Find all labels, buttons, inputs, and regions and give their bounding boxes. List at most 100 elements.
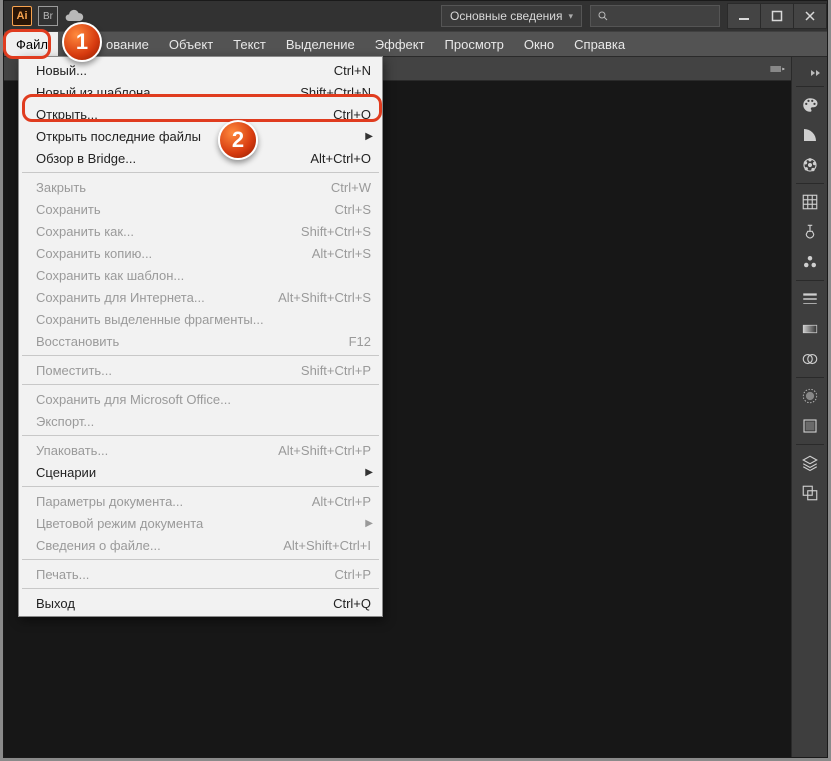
menu-item-shortcut: Alt+Shift+Ctrl+I	[283, 538, 371, 553]
menu-item-shortcut: Shift+Ctrl+S	[301, 224, 371, 239]
menu-item: Сохранить копию...Alt+Ctrl+S	[20, 242, 381, 264]
menu-separator	[22, 588, 379, 589]
close-button[interactable]	[793, 3, 827, 29]
menu-item-shortcut: Shift+Ctrl+P	[301, 363, 371, 378]
brushes-panel-icon[interactable]	[795, 218, 825, 246]
maximize-button[interactable]	[760, 3, 794, 29]
color-guide-panel-icon[interactable]	[795, 121, 825, 149]
menu-item-shortcut: Alt+Ctrl+O	[310, 151, 371, 166]
menu-view[interactable]: Просмотр	[435, 32, 514, 56]
sync-settings-icon[interactable]	[64, 6, 84, 26]
workspace-switcher[interactable]: Основные сведения ▾	[441, 5, 582, 27]
app-logo-icon: Ai	[12, 6, 32, 26]
menu-effect[interactable]: Эффект	[365, 32, 435, 56]
menu-item: Сохранить для Интернета... Alt+Shift+Ctrl…	[20, 286, 381, 308]
menu-item-label: Экспорт...	[36, 414, 94, 429]
kuler-panel-icon[interactable]	[795, 151, 825, 179]
titlebar: Ai Br Основные сведения ▾	[4, 1, 827, 31]
menu-item[interactable]: Выход Ctrl+Q	[20, 592, 381, 614]
submenu-arrow-icon: ▶	[365, 518, 373, 529]
menu-item: СохранитьCtrl+S	[20, 198, 381, 220]
minimize-button[interactable]	[727, 3, 761, 29]
menu-separator	[22, 172, 379, 173]
menu-item-label: Новый из шаблона...	[36, 85, 161, 100]
menu-item-label: Сохранить для Интернета...	[36, 290, 205, 305]
menu-item-shortcut: Shift+Ctrl+N	[300, 85, 371, 100]
menu-item-label: Цветовой режим документа	[36, 516, 203, 531]
menu-item-label: Параметры документа...	[36, 494, 183, 509]
bridge-icon[interactable]: Br	[38, 6, 58, 26]
submenu-arrow-icon: ▶	[365, 131, 373, 142]
menu-item-label: Обзор в Bridge...	[36, 151, 136, 166]
stroke-panel-icon[interactable]	[795, 285, 825, 313]
menu-item: Печать...Ctrl+P	[20, 563, 381, 585]
menu-item: Сохранить как... Shift+Ctrl+S	[20, 220, 381, 242]
menu-text[interactable]: Текст	[223, 32, 276, 56]
menu-select[interactable]: Выделение	[276, 32, 365, 56]
panel-options-icon[interactable]	[769, 63, 785, 75]
gradient-panel-icon[interactable]	[795, 315, 825, 343]
menu-item-shortcut: Ctrl+O	[333, 107, 371, 122]
menu-item-label: Упаковать...	[36, 443, 108, 458]
menu-item-label: Закрыть	[36, 180, 86, 195]
appearance-panel-icon[interactable]	[795, 382, 825, 410]
menu-item-label: Сохранить для Microsoft Office...	[36, 392, 231, 407]
right-panel-dock	[791, 57, 827, 757]
menu-item-shortcut: Ctrl+N	[334, 63, 371, 78]
menu-item-shortcut: F12	[349, 334, 371, 349]
workspace-label: Основные сведения	[450, 9, 562, 23]
menu-window[interactable]: Окно	[514, 32, 564, 56]
menu-separator	[22, 384, 379, 385]
menu-item-shortcut: Alt+Shift+Ctrl+S	[278, 290, 371, 305]
artboards-panel-icon[interactable]	[795, 479, 825, 507]
menu-item-label: Поместить...	[36, 363, 112, 378]
menu-separator	[22, 486, 379, 487]
layers-panel-icon[interactable]	[795, 449, 825, 477]
file-dropdown-menu: Новый... Ctrl+N Новый из шаблона... Shift+C…	[18, 56, 383, 617]
menu-item: Восстановить F12	[20, 330, 381, 352]
menu-item[interactable]: Открыть последние файлы ▶	[20, 125, 381, 147]
menubar: Файл ование Объект Текст Выделение Эффек…	[4, 31, 827, 57]
submenu-arrow-icon: ▶	[365, 467, 373, 478]
menu-item[interactable]: Сценарии ▶	[20, 461, 381, 483]
menu-item-label: Восстановить	[36, 334, 119, 349]
menu-object[interactable]: Объект	[159, 32, 223, 56]
symbols-panel-icon[interactable]	[795, 248, 825, 276]
menu-item: Экспорт...	[20, 410, 381, 432]
menu-item-shortcut: Alt+Ctrl+P	[312, 494, 371, 509]
menu-item-label: Сохранить	[36, 202, 101, 217]
menu-file[interactable]: Файл	[6, 32, 58, 56]
menu-item: Сведения о файле... Alt+Shift+Ctrl+I	[20, 534, 381, 556]
menu-separator	[22, 435, 379, 436]
menu-item: Сохранить для Microsoft Office...	[20, 388, 381, 410]
transparency-panel-icon[interactable]	[795, 345, 825, 373]
menu-help[interactable]: Справка	[564, 32, 635, 56]
search-input[interactable]	[590, 5, 720, 27]
menu-item-label: Новый...	[36, 63, 87, 78]
swatches-panel-icon[interactable]	[795, 188, 825, 216]
menu-item[interactable]: Открыть...Ctrl+O	[20, 103, 381, 125]
menu-item: Упаковать...Alt+Shift+Ctrl+P	[20, 439, 381, 461]
menu-item-label: Сохранить выделенные фрагменты...	[36, 312, 264, 327]
menu-item[interactable]: Новый из шаблона... Shift+Ctrl+N	[20, 81, 381, 103]
menu-item-label: Сведения о файле...	[36, 538, 161, 553]
menu-item[interactable]: Обзор в Bridge... Alt+Ctrl+O	[20, 147, 381, 169]
menu-edit-partial[interactable]: ование	[58, 32, 159, 56]
menu-item-label: Сценарии	[36, 465, 96, 480]
menu-item-label: Выход	[36, 596, 75, 611]
menu-separator	[22, 355, 379, 356]
menu-item-label: Сохранить как шаблон...	[36, 268, 184, 283]
window-controls	[728, 3, 827, 29]
dock-collapse-button[interactable]	[792, 63, 827, 83]
menu-separator	[22, 559, 379, 560]
graphic-styles-panel-icon[interactable]	[795, 412, 825, 440]
menu-item-shortcut: Ctrl+Q	[333, 596, 371, 611]
menu-item-shortcut: Ctrl+W	[331, 180, 371, 195]
color-panel-icon[interactable]	[795, 91, 825, 119]
menu-item-label: Сохранить как...	[36, 224, 134, 239]
menu-item-shortcut: Alt+Ctrl+S	[312, 246, 371, 261]
menu-item: Сохранить выделенные фрагменты...	[20, 308, 381, 330]
menu-item-label: Открыть последние файлы	[36, 129, 201, 144]
menu-item: Поместить... Shift+Ctrl+P	[20, 359, 381, 381]
menu-item[interactable]: Новый... Ctrl+N	[20, 59, 381, 81]
